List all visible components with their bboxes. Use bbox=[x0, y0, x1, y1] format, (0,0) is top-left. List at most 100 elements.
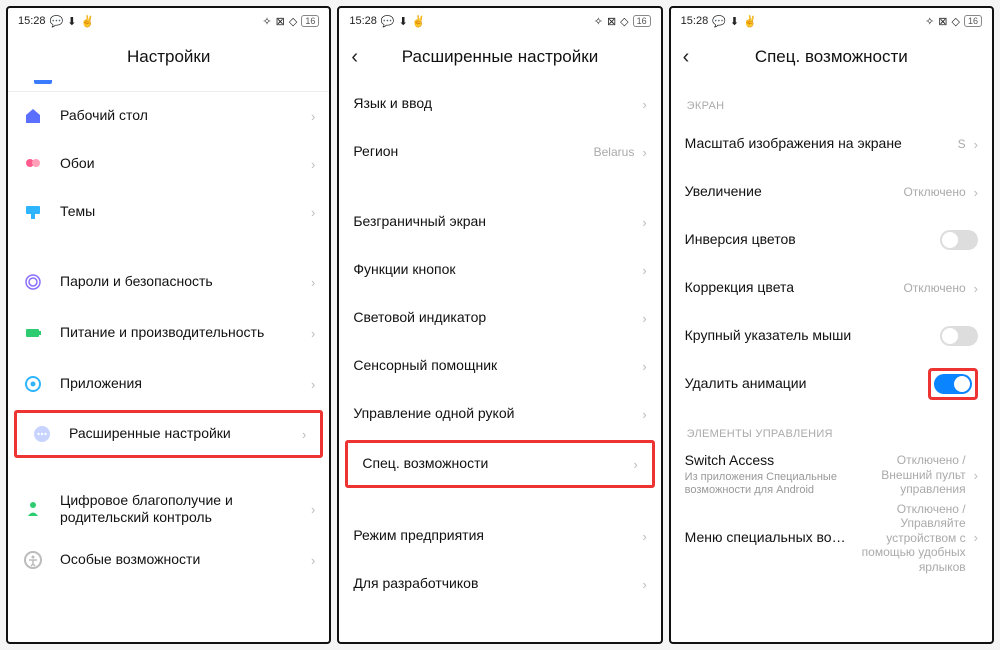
chevron-right-icon: › bbox=[642, 97, 646, 112]
row-developer[interactable]: Для разработчиков › bbox=[339, 560, 660, 608]
page-title: Настройки bbox=[127, 47, 210, 67]
row-label: Коррекция цвета bbox=[685, 279, 904, 297]
chevron-right-icon: › bbox=[311, 377, 315, 392]
chat-icon: 💬 bbox=[712, 15, 726, 28]
row-apps[interactable]: Приложения › bbox=[8, 360, 329, 408]
notifications-icon bbox=[34, 80, 52, 84]
row-value: Отключено bbox=[903, 281, 965, 295]
row-label: Рабочий стол bbox=[60, 107, 303, 125]
row-fullscreen[interactable]: Безграничный экран › bbox=[339, 198, 660, 246]
row-accessibility-menu[interactable]: Меню специальных во… Отключено / Управля… bbox=[671, 502, 992, 574]
back-button[interactable]: ‹ bbox=[683, 46, 690, 69]
row-accessibility[interactable]: Спец. возможности › bbox=[345, 440, 654, 488]
row-value: Belarus bbox=[594, 145, 635, 159]
row-enterprise[interactable]: Режим предприятия › bbox=[339, 512, 660, 560]
toggle-animations[interactable] bbox=[934, 374, 972, 394]
row-label: Удалить анимации bbox=[685, 375, 920, 393]
row-power[interactable]: Питание и производительность › bbox=[8, 306, 329, 360]
phone-panel-3: 15:28 💬 ⬇ ✌ ✧ ⊠ ◇ 16 ‹ Спец. возможности… bbox=[669, 6, 994, 644]
row-label: Крупный указатель мыши bbox=[685, 327, 940, 345]
chevron-right-icon: › bbox=[642, 311, 646, 326]
cancel-box-icon: ⊠ bbox=[938, 15, 947, 28]
row-label: Для разработчиков bbox=[353, 575, 634, 593]
highlight-box bbox=[928, 368, 978, 400]
section-gap bbox=[339, 490, 660, 512]
chevron-right-icon: › bbox=[642, 263, 646, 278]
row-label: Язык и ввод bbox=[353, 95, 634, 113]
battery-icon: 16 bbox=[301, 15, 319, 27]
row-zoom[interactable]: Увеличение Отключено › bbox=[671, 168, 992, 216]
row-themes[interactable]: Темы › bbox=[8, 188, 329, 236]
advanced-list: Язык и ввод › Регион Belarus › Безгранич… bbox=[339, 80, 660, 642]
chevron-right-icon: › bbox=[633, 457, 637, 472]
chevron-right-icon: › bbox=[642, 577, 646, 592]
wifi-icon: ◇ bbox=[620, 15, 628, 28]
row-label: Безграничный экран bbox=[353, 213, 634, 231]
page-title: Спец. возможности bbox=[755, 47, 908, 67]
row-onehand[interactable]: Управление одной рукой › bbox=[339, 390, 660, 438]
header: Настройки bbox=[8, 34, 329, 80]
status-time: 15:28 bbox=[681, 15, 709, 27]
flower-icon bbox=[22, 153, 44, 175]
status-bar: 15:28 💬 ⬇ ✌ ✧ ⊠ ◇ 16 bbox=[8, 8, 329, 34]
row-language[interactable]: Язык и ввод › bbox=[339, 80, 660, 128]
download-icon: ⬇ bbox=[67, 15, 76, 28]
brush-icon bbox=[22, 201, 44, 223]
chat-icon: 💬 bbox=[381, 15, 395, 28]
cancel-box-icon: ⊠ bbox=[607, 15, 616, 28]
row-switch-access[interactable]: Switch Access Из приложения Специальные … bbox=[671, 448, 992, 502]
chevron-right-icon: › bbox=[974, 281, 978, 296]
row-label: Пароли и безопасность bbox=[60, 273, 303, 291]
battery-icon: 16 bbox=[964, 15, 982, 27]
chat-icon: 💬 bbox=[50, 15, 64, 28]
toggle-pointer[interactable] bbox=[940, 326, 978, 346]
row-label: Сенсорный помощник bbox=[353, 357, 634, 375]
row-label: Особые возможности bbox=[60, 551, 303, 569]
chevron-right-icon: › bbox=[311, 326, 315, 341]
status-left: 15:28 💬 ⬇ ✌ bbox=[349, 15, 425, 28]
chevron-right-icon: › bbox=[974, 468, 978, 483]
row-scale[interactable]: Масштаб изображения на экране S › bbox=[671, 120, 992, 168]
accessibility-icon bbox=[22, 549, 44, 571]
toggle-invert[interactable] bbox=[940, 230, 978, 250]
row-label: Цифровое благополучие и родительский кон… bbox=[60, 492, 303, 527]
row-large-pointer[interactable]: Крупный указатель мыши bbox=[671, 312, 992, 360]
status-left: 15:28 💬 ⬇ ✌ bbox=[681, 15, 757, 28]
row-color-correction[interactable]: Коррекция цвета Отключено › bbox=[671, 264, 992, 312]
row-wellbeing[interactable]: Цифровое благополучие и родительский кон… bbox=[8, 482, 329, 536]
row-advanced[interactable]: Расширенные настройки › bbox=[14, 410, 323, 458]
row-buttons[interactable]: Функции кнопок › bbox=[339, 246, 660, 294]
row-value: Отключено / Управляйте устройством с пом… bbox=[846, 502, 966, 574]
row-label: Питание и производительность bbox=[60, 324, 303, 342]
row-invert[interactable]: Инверсия цветов bbox=[671, 216, 992, 264]
row-region[interactable]: Регион Belarus › bbox=[339, 128, 660, 176]
vibrate-icon: ✧ bbox=[594, 15, 603, 28]
back-button[interactable]: ‹ bbox=[351, 46, 358, 69]
chevron-right-icon: › bbox=[642, 145, 646, 160]
row-label: Режим предприятия bbox=[353, 527, 634, 545]
row-label: Меню специальных во… bbox=[685, 529, 846, 547]
chevron-right-icon: › bbox=[974, 137, 978, 152]
row-passwords[interactable]: Пароли и безопасность › bbox=[8, 258, 329, 306]
row-remove-animations[interactable]: Удалить анимации bbox=[671, 360, 992, 408]
row-label: Спец. возможности bbox=[362, 455, 625, 473]
chevron-right-icon: › bbox=[642, 215, 646, 230]
page-title: Расширенные настройки bbox=[402, 47, 598, 67]
row-label: Масштаб изображения на экране bbox=[685, 135, 958, 153]
battery-icon bbox=[22, 322, 44, 344]
chevron-right-icon: › bbox=[642, 529, 646, 544]
hand-icon: ✌ bbox=[412, 15, 426, 28]
status-bar: 15:28 💬 ⬇ ✌ ✧ ⊠ ◇ 16 bbox=[671, 8, 992, 34]
fingerprint-icon bbox=[22, 271, 44, 293]
vibrate-icon: ✧ bbox=[925, 15, 934, 28]
settings-list: Рабочий стол › Обои › Темы › Пароли и бе… bbox=[8, 80, 329, 642]
row-wallpaper[interactable]: Обои › bbox=[8, 140, 329, 188]
section-header-screen: ЭКРАН bbox=[671, 80, 992, 120]
row-special[interactable]: Особые возможности › bbox=[8, 536, 329, 584]
row-desktop[interactable]: Рабочий стол › bbox=[8, 92, 329, 140]
row-assist[interactable]: Сенсорный помощник › bbox=[339, 342, 660, 390]
row-label: Приложения bbox=[60, 375, 303, 393]
chevron-right-icon: › bbox=[311, 109, 315, 124]
row-label: Управление одной рукой bbox=[353, 405, 634, 423]
row-led[interactable]: Световой индикатор › bbox=[339, 294, 660, 342]
